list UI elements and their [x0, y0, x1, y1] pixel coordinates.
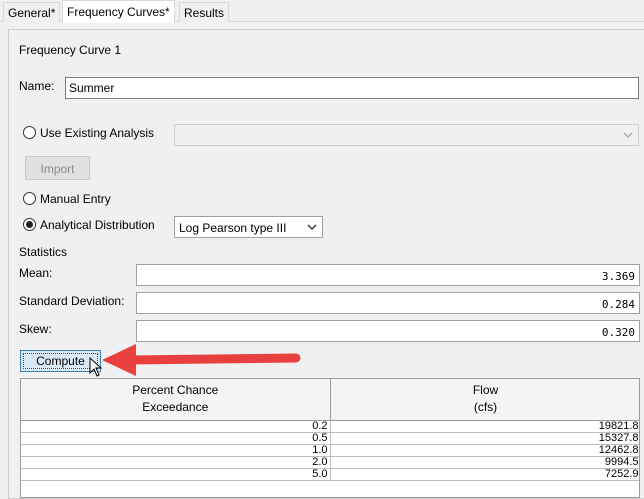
analytical-distribution-label: Analytical Distribution — [40, 218, 155, 232]
table-row: 1.0 12462.8 — [21, 444, 639, 457]
flow-cell[interactable]: 7252.9 — [330, 468, 639, 481]
name-input[interactable]: Summer — [65, 77, 639, 99]
flow-column-header[interactable]: Flow (cfs) — [330, 379, 639, 421]
table-row: 0.5 15327.8 — [21, 432, 639, 445]
flow-cell[interactable]: 19821.8 — [330, 420, 639, 433]
mean-input[interactable]: 3.369 — [136, 264, 640, 286]
analytical-distribution-radio[interactable] — [23, 218, 36, 231]
statistics-heading: Statistics — [19, 245, 68, 259]
mean-label: Mean: — [19, 266, 53, 280]
table-row: 5.0 7252.9 — [21, 468, 639, 481]
flow-cell[interactable]: 15327.8 — [330, 432, 639, 445]
pce-cell[interactable]: 1.0 — [21, 444, 331, 457]
tab-general[interactable]: General* — [3, 2, 61, 22]
frequency-table: Percent Chance Exceedance Flow (cfs) 0.2… — [20, 378, 640, 498]
tab-results[interactable]: Results — [179, 2, 230, 22]
pce-header-line1: Percent Chance — [132, 383, 219, 397]
pce-cell[interactable]: 0.5 — [21, 432, 331, 445]
skew-input[interactable]: 0.320 — [136, 320, 640, 342]
import-button[interactable]: Import — [25, 156, 90, 180]
table-header-row: Percent Chance Exceedance Flow (cfs) — [21, 379, 639, 421]
manual-entry-radio[interactable] — [23, 192, 36, 205]
pce-column-header[interactable]: Percent Chance Exceedance — [21, 379, 331, 421]
table-row: 2.0 9994.5 — [21, 456, 639, 469]
use-existing-analysis-label: Use Existing Analysis — [40, 126, 155, 140]
pce-cell[interactable]: 2.0 — [21, 456, 331, 469]
flow-cell[interactable]: 9994.5 — [330, 456, 639, 469]
panel-title: Frequency Curve 1 — [19, 43, 122, 57]
chevron-down-icon — [623, 132, 633, 138]
pce-header-line2: Exceedance — [142, 400, 209, 414]
pce-cell[interactable]: 5.0 — [21, 468, 331, 481]
tab-frequency-curves[interactable]: Frequency Curves* — [62, 0, 175, 23]
stddev-label: Standard Deviation: — [19, 294, 125, 308]
mouse-cursor-icon — [89, 357, 103, 377]
tab-strip: General* Frequency Curves* Results — [0, 0, 644, 23]
flow-cell[interactable]: 12462.8 — [330, 444, 639, 457]
flow-header-line2: (cfs) — [473, 400, 498, 414]
stddev-input[interactable]: 0.284 — [136, 292, 640, 314]
existing-analysis-select[interactable] — [174, 124, 639, 146]
table-row: 0.2 19821.8 — [21, 420, 639, 433]
use-existing-analysis-radio[interactable] — [23, 126, 36, 139]
chevron-down-icon — [307, 224, 317, 230]
name-label: Name: — [19, 79, 55, 93]
pce-cell[interactable]: 0.2 — [21, 420, 331, 433]
manual-entry-label: Manual Entry — [40, 192, 111, 206]
skew-label: Skew: — [19, 322, 52, 336]
flow-header-line1: Flow — [472, 383, 499, 397]
distribution-value: Log Pearson type III — [179, 221, 287, 235]
distribution-select[interactable]: Log Pearson type III — [174, 216, 323, 238]
